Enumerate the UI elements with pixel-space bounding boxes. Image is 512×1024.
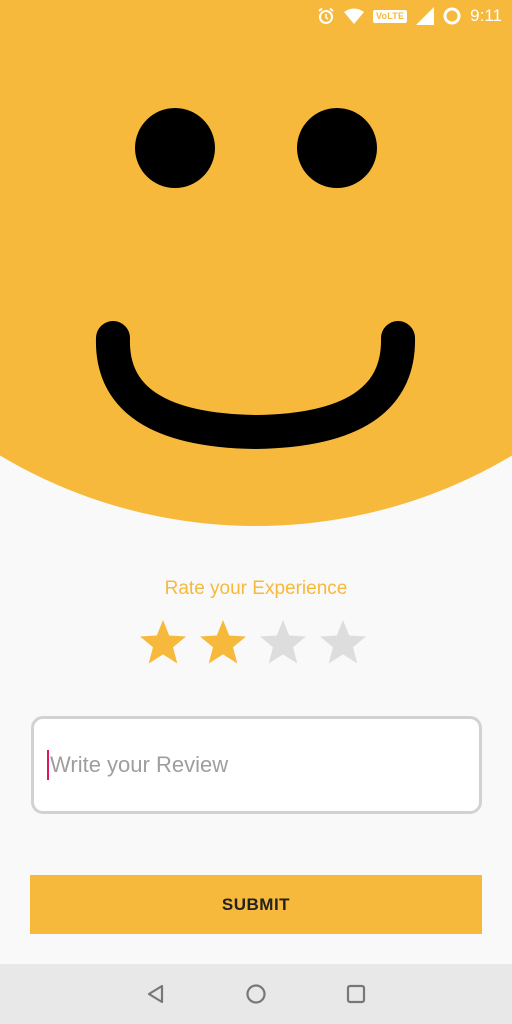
text-cursor: [47, 750, 49, 780]
navigation-bar: [0, 964, 512, 1024]
star-1-filled[interactable]: [138, 618, 188, 668]
review-box[interactable]: [31, 716, 482, 814]
recents-icon[interactable]: [344, 982, 368, 1006]
back-icon[interactable]: [144, 982, 168, 1006]
home-icon[interactable]: [244, 982, 268, 1006]
star-4-empty[interactable]: [318, 618, 368, 668]
smile-mouth: [95, 321, 416, 450]
star-3-empty[interactable]: [258, 618, 308, 668]
rating-screen: VoLTE 9:11 Rate your Experience SUBMIT: [0, 0, 512, 1024]
submit-button[interactable]: SUBMIT: [30, 875, 482, 934]
star-rating[interactable]: [138, 618, 368, 668]
star-2-filled[interactable]: [198, 618, 248, 668]
review-input[interactable]: [50, 752, 450, 778]
rating-title: Rate your Experience: [164, 578, 348, 599]
